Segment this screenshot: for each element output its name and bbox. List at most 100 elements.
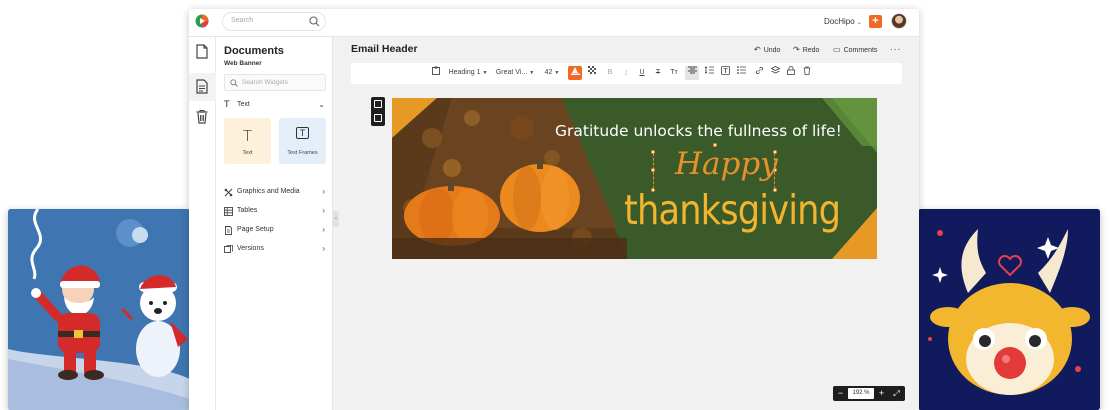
chevron-down-icon: ▼ (554, 70, 560, 76)
delete-icon[interactable] (801, 66, 813, 80)
font-size-dropdown[interactable]: 42 ▼ (541, 66, 563, 80)
email-header-banner[interactable]: Gratitude unlocks the fullness of life! … (392, 98, 877, 259)
search-placeholder: Search (231, 17, 254, 24)
strikethrough-button[interactable]: T (653, 66, 663, 80)
text-color-icon[interactable] (568, 66, 582, 80)
chevron-down-icon: ▼ (482, 70, 488, 76)
section-text[interactable]: T Text ⌄ (224, 100, 326, 112)
font-family-dropdown[interactable]: Great Vi... ▼ (495, 66, 535, 80)
canvas-side-tools (371, 97, 385, 126)
resize-handle[interactable] (651, 168, 655, 172)
document-type-label: Web Banner (224, 60, 262, 67)
chevron-right-icon: › (322, 244, 325, 253)
text-format-toolbar: Heading 1 ▼ Great Vi... ▼ 42 ▼ B I U T Tт (351, 63, 902, 84)
documents-icon[interactable] (195, 44, 209, 59)
chevron-right-icon: › (322, 187, 325, 196)
create-new-button[interactable]: + (869, 15, 882, 28)
chevron-right-icon: › (322, 225, 325, 234)
workspace-name: DocHipo (824, 17, 855, 26)
widgets-panel: Documents Web Banner Search Widgets T Te… (216, 37, 333, 410)
banner-thanksgiving-text[interactable]: thanksgiving (624, 186, 841, 234)
santa-illustration (8, 209, 190, 410)
text-box-icon[interactable] (719, 66, 731, 80)
font-family-value: Great Vi... (495, 69, 528, 76)
chevron-down-icon: ▼ (529, 70, 535, 76)
text-icon: T (224, 100, 230, 110)
panel-collapse-handle[interactable]: ‹ (333, 211, 339, 227)
redo-button[interactable]: ↷ Redo (793, 45, 819, 54)
section-versions[interactable]: Versions › (224, 244, 326, 256)
top-bar: Search DocHipo ⌄ + (189, 9, 919, 37)
santa-card-illustration (8, 209, 190, 410)
layers-icon[interactable] (769, 66, 781, 80)
versions-icon (224, 245, 233, 253)
more-options-button[interactable]: ... (890, 42, 901, 53)
text-tile-icon: T (242, 127, 253, 145)
section-tables-label: Tables (237, 207, 258, 214)
text-style-dropdown[interactable]: Heading 1 ▼ (447, 66, 489, 80)
search-icon (230, 79, 238, 87)
zoom-in-button[interactable]: + (876, 388, 887, 399)
section-page-setup[interactable]: Page Setup › (224, 225, 326, 237)
page-setup-icon (225, 226, 232, 235)
zoom-out-button[interactable]: − (835, 388, 846, 399)
underline-button[interactable]: U (637, 66, 647, 80)
lock-icon[interactable] (785, 66, 797, 80)
text-tile-label: Text (242, 150, 253, 156)
align-center-icon[interactable] (685, 66, 699, 80)
panel-title: Documents (224, 45, 284, 57)
bold-button[interactable]: B (605, 66, 615, 80)
section-tables[interactable]: Tables › (224, 206, 326, 218)
clipboard-icon[interactable] (431, 66, 441, 80)
text-style-value: Heading 1 (448, 69, 481, 76)
line-spacing-icon[interactable] (703, 66, 715, 80)
section-graphics-label: Graphics and Media (237, 188, 300, 195)
section-graphics-media[interactable]: Graphics and Media › (224, 187, 326, 199)
document-title[interactable]: Email Header (351, 43, 418, 55)
fullscreen-icon[interactable]: ⤢ (891, 388, 902, 399)
banner-happy-text[interactable]: Happy (675, 146, 778, 182)
reindeer-illustration (918, 209, 1100, 410)
text-case-button[interactable]: Tт (668, 66, 680, 80)
graphics-icon (224, 188, 233, 197)
list-icon[interactable] (735, 66, 747, 80)
trash-icon[interactable] (195, 109, 209, 124)
section-versions-label: Versions (237, 245, 264, 252)
zoom-level[interactable]: 192 % (848, 388, 874, 399)
chevron-down-icon: ⌄ (318, 100, 325, 109)
stage: Search DocHipo ⌄ + Documents Web Banner … (0, 0, 1109, 410)
text-frames-tile-icon: T (279, 127, 326, 139)
editor-window: Search DocHipo ⌄ + Documents Web Banner … (189, 9, 919, 410)
undo-button[interactable]: ↶ Undo (754, 45, 780, 54)
text-frames-widget-tile[interactable]: T Text Frames (279, 118, 326, 164)
left-icon-rail (189, 37, 216, 410)
dochipo-logo-icon[interactable] (195, 14, 209, 28)
chevron-down-icon: ⌄ (856, 20, 862, 26)
link-icon[interactable] (753, 66, 765, 80)
section-page-setup-label: Page Setup (237, 226, 274, 233)
comment-icon: ▭ (833, 45, 841, 54)
text-frames-tile-label: Text Frames (287, 150, 318, 156)
widget-search-input[interactable]: Search Widgets (224, 74, 326, 91)
workspace-menu[interactable]: DocHipo ⌄ (824, 17, 862, 26)
redo-icon: ↷ (793, 45, 800, 54)
widget-search-placeholder: Search Widgets (242, 79, 288, 86)
pattern-fill-icon[interactable] (586, 66, 598, 80)
resize-handle[interactable] (651, 150, 655, 154)
global-search-input[interactable]: Search (222, 12, 326, 31)
page-resize-icon[interactable] (374, 114, 382, 122)
undo-icon: ↶ (754, 45, 761, 54)
search-icon[interactable] (309, 16, 320, 27)
grid-toggle-icon[interactable] (374, 100, 382, 108)
reindeer-card-illustration (918, 209, 1100, 410)
banner-tagline[interactable]: Gratitude unlocks the fullness of life! (392, 122, 877, 140)
font-size-value: 42 (544, 69, 553, 76)
user-avatar[interactable] (891, 13, 907, 29)
chevron-right-icon: › (322, 206, 325, 215)
zoom-control: − 192 % + ⤢ (833, 386, 905, 401)
page-content-icon[interactable] (195, 79, 209, 94)
italic-button[interactable]: I (621, 66, 631, 80)
redo-label: Redo (802, 47, 820, 54)
comments-button[interactable]: ▭ Comments (833, 45, 877, 54)
text-widget-tile[interactable]: T Text (224, 118, 271, 164)
